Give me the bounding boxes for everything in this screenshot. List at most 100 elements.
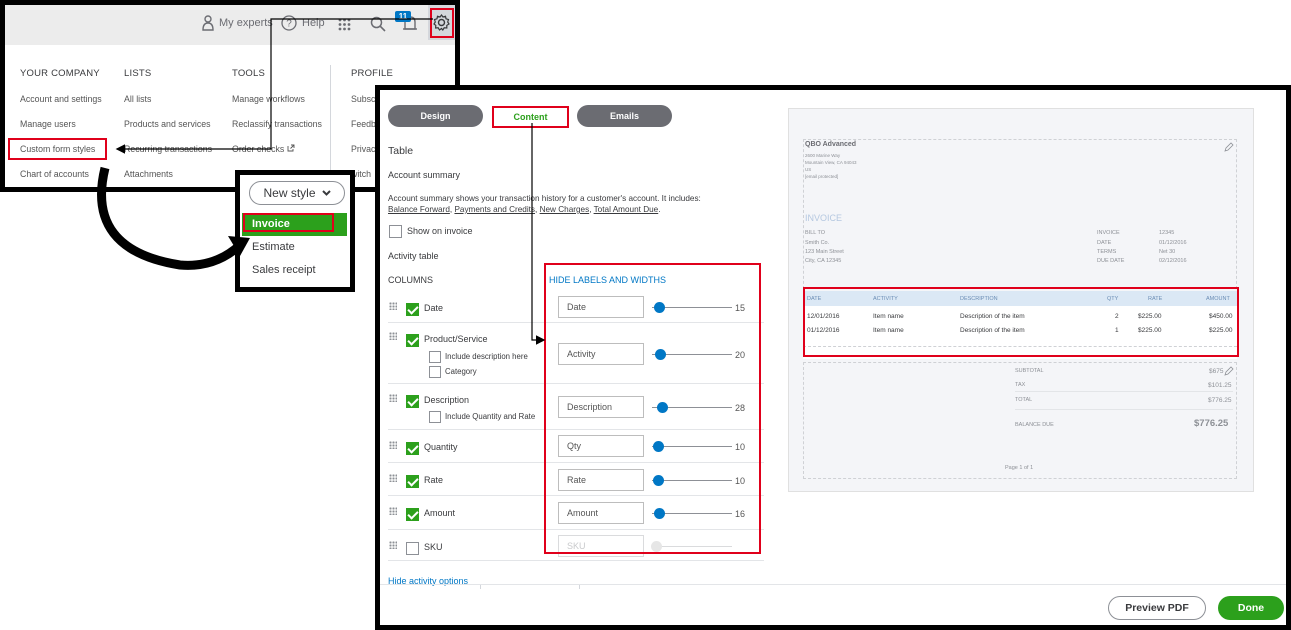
- drag-handle-icon[interactable]: [389, 507, 397, 515]
- row-divider: [388, 560, 764, 561]
- top-bar: My experts ? Help 11: [5, 5, 455, 45]
- preview-email-line: [email protected]: [805, 174, 839, 179]
- menu-item-chart-of-accounts[interactable]: Chart of accounts: [20, 169, 102, 187]
- columns-heading: COLUMNS: [388, 275, 434, 285]
- new-style-button[interactable]: New style: [249, 181, 345, 205]
- preview-total-value: $101.25: [1208, 382, 1232, 389]
- preview-meta-value: 01/12/2016: [1159, 240, 1187, 246]
- tab-design[interactable]: Design: [388, 105, 483, 127]
- amount-checkbox[interactable]: [406, 508, 419, 521]
- new-style-option-sales-receipt[interactable]: Sales receipt: [242, 259, 347, 282]
- column-name-description: Description: [424, 395, 470, 405]
- menu-column-your-company: YOUR COMPANY Account and settings Manage…: [20, 68, 102, 187]
- new-style-option-estimate[interactable]: Estimate: [242, 236, 347, 259]
- gear-highlight: [430, 8, 454, 38]
- expert-icon: [202, 15, 214, 31]
- rate-checkbox[interactable]: [406, 475, 419, 488]
- menu-heading: YOUR COMPANY: [20, 68, 100, 79]
- my-experts-label: My experts: [219, 17, 273, 29]
- date-checkbox[interactable]: [406, 303, 419, 316]
- include-qty-rate-checkbox[interactable]: [429, 411, 441, 423]
- menu-item-products-services[interactable]: Products and services: [124, 119, 212, 144]
- invoice-option-highlight: [243, 213, 334, 232]
- activity-table-heading: Activity table: [388, 251, 439, 261]
- svg-text:?: ?: [286, 19, 292, 30]
- help-icon: ?: [281, 15, 297, 31]
- menu-item-account-settings[interactable]: Account and settings: [20, 94, 102, 119]
- edit-pencil-icon[interactable]: [1224, 366, 1234, 376]
- preview-table-highlight: [803, 287, 1239, 357]
- preview-total-label: SUBTOTAL: [1015, 368, 1044, 374]
- edit-pencil-icon[interactable]: [1224, 142, 1234, 152]
- tab-emails[interactable]: Emails: [577, 105, 672, 127]
- preview-balance-due-value: $776.25: [1194, 418, 1229, 429]
- menu-item-recurring-transactions[interactable]: Recurring transactions: [124, 144, 212, 169]
- show-on-invoice-checkbox[interactable]: [389, 225, 402, 238]
- column-name-rate: Rate: [424, 475, 444, 485]
- preview-page-label: Page 1 of 1: [1005, 465, 1034, 471]
- search-icon[interactable]: [370, 16, 386, 32]
- preview-total-label: TOTAL: [1015, 397, 1033, 403]
- link-total-amount-due[interactable]: Total Amount Due: [594, 205, 659, 214]
- menu-heading: LISTS: [124, 68, 152, 79]
- new-style-label: New style: [263, 186, 316, 200]
- apps-grid-icon[interactable]: [338, 18, 351, 31]
- preview-bill-to-line: City, CA 12345: [805, 258, 842, 264]
- drag-handle-icon[interactable]: [389, 332, 397, 340]
- description-checkbox[interactable]: [406, 395, 419, 408]
- menu-item-attachments[interactable]: Attachments: [124, 169, 212, 187]
- preview-meta-value: 12345: [1159, 230, 1175, 236]
- preview-total-label: TAX: [1015, 382, 1026, 388]
- preview-meta-label: INVOICE: [1097, 230, 1120, 236]
- invoice-preview: QBO Advanced 2600 Marine Way Mountain Vi…: [788, 108, 1254, 492]
- labels-widths-highlight: [544, 263, 761, 554]
- done-button[interactable]: Done: [1218, 596, 1284, 620]
- preview-address-line: 2600 Marine Way: [805, 153, 841, 158]
- column-name-sku: SKU: [424, 542, 443, 552]
- menu-item-reclassify-transactions[interactable]: Reclassify transactions: [232, 119, 322, 144]
- account-summary-links: Balance Forward, Payments and Credits, N…: [388, 205, 661, 214]
- menu-item-manage-workflows[interactable]: Manage workflows: [232, 94, 322, 119]
- preview-meta-label: DUE DATE: [1097, 258, 1125, 264]
- product-service-checkbox[interactable]: [406, 334, 419, 347]
- preview-total-label: BALANCE DUE: [1015, 422, 1054, 428]
- link-balance-forward[interactable]: Balance Forward: [388, 205, 450, 214]
- drag-handle-icon[interactable]: [389, 302, 397, 310]
- my-experts-link[interactable]: My experts: [202, 15, 273, 31]
- category-label: Category: [445, 367, 477, 376]
- drag-handle-icon[interactable]: [389, 441, 397, 449]
- help-label: Help: [302, 17, 325, 29]
- section-title: Table: [388, 145, 414, 157]
- link-new-charges[interactable]: New Charges: [540, 205, 590, 214]
- account-summary-description: Account summary shows your transaction h…: [388, 194, 701, 203]
- category-checkbox[interactable]: [429, 366, 441, 378]
- footer-divider: [380, 584, 1286, 585]
- header-block[interactable]: [803, 139, 1237, 289]
- preview-address-line: Mountain View, CA 94043: [805, 160, 857, 165]
- sku-checkbox[interactable]: [406, 542, 419, 555]
- drag-handle-icon[interactable]: [389, 474, 397, 482]
- show-on-invoice-label: Show on invoice: [407, 226, 473, 236]
- column-name-amount: Amount: [424, 508, 456, 518]
- preview-address-line: US: [805, 167, 812, 172]
- preview-meta-label: DATE: [1097, 240, 1112, 246]
- drag-handle-icon[interactable]: [389, 541, 397, 549]
- column-name-product-service: Product/Service: [424, 334, 488, 344]
- preview-pdf-button[interactable]: Preview PDF: [1108, 596, 1206, 620]
- external-link-icon: [287, 144, 295, 152]
- help-link[interactable]: ? Help: [281, 15, 325, 31]
- menu-heading: TOOLS: [232, 68, 266, 79]
- include-description-checkbox[interactable]: [429, 351, 441, 363]
- menu-heading: PROFILE: [351, 68, 394, 79]
- menu-item-all-lists[interactable]: All lists: [124, 94, 212, 119]
- preview-meta-value: Net 30: [1159, 249, 1176, 255]
- content-tab-highlight: [492, 106, 569, 128]
- preview-company-name: QBO Advanced: [805, 141, 857, 148]
- preview-totals-block[interactable]: [803, 362, 1237, 479]
- preview-total-value: $675: [1209, 368, 1224, 375]
- quantity-checkbox[interactable]: [406, 442, 419, 455]
- custom-form-styles-highlight: [8, 138, 107, 160]
- link-payments-credits[interactable]: Payments and Credits: [454, 205, 535, 214]
- menu-item-order-checks[interactable]: Order checks: [232, 144, 322, 169]
- drag-handle-icon[interactable]: [389, 394, 397, 402]
